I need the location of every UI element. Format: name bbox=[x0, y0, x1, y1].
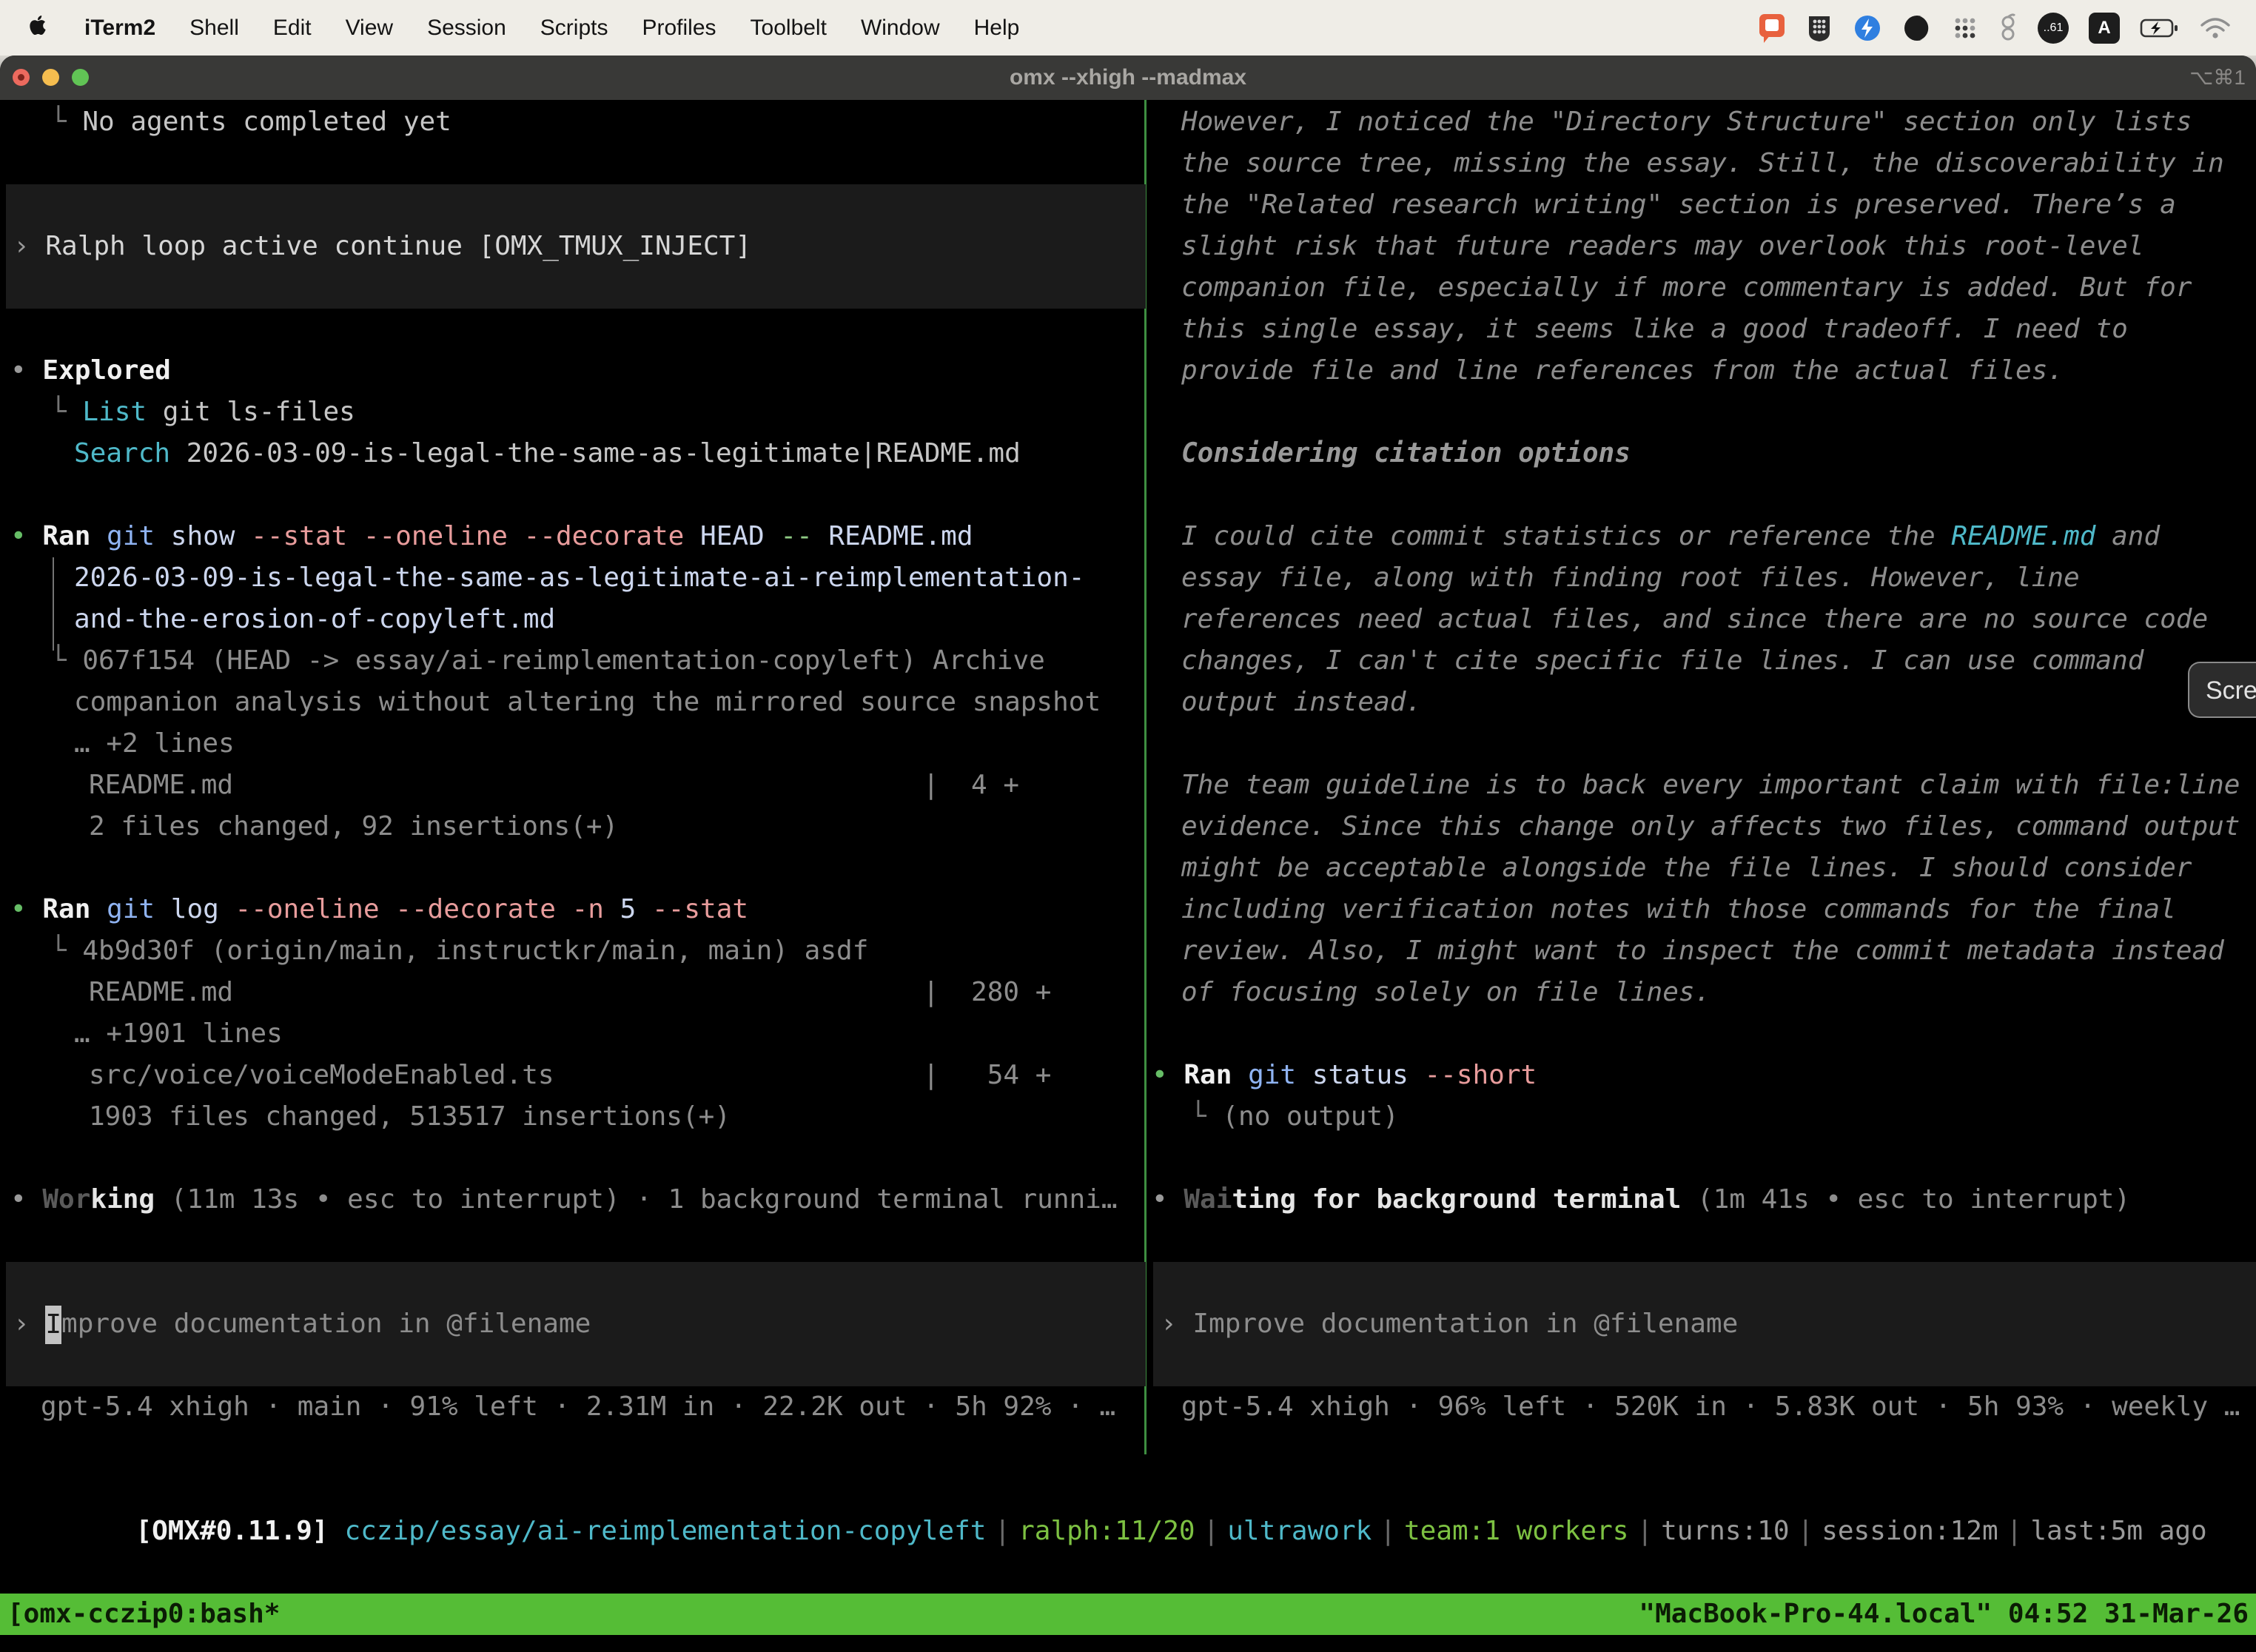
thinking-para1-line7: provide file and line references from th… bbox=[1149, 350, 2256, 392]
thinking-para3-line4: including verification notes with those … bbox=[1149, 889, 2256, 930]
screen: iTerm2 Shell Edit View Session Scripts P… bbox=[0, 0, 2256, 1652]
readme-link: README.md bbox=[1951, 521, 2095, 551]
menu-session[interactable]: Session bbox=[427, 16, 506, 41]
git-show-more: … +2 lines bbox=[0, 723, 1144, 765]
macos-menu-bar: iTerm2 Shell Edit View Session Scripts P… bbox=[0, 0, 2256, 56]
terminal-area: └ No agents completed yet › Ralph loop a… bbox=[0, 100, 2256, 1652]
working-status-line: • Working (11m 13s • esc to interrupt) ·… bbox=[0, 1179, 1144, 1220]
omx-branch: cczip/essay/ai-reimplementation-copyleft bbox=[344, 1516, 986, 1546]
git-status-output: └ (no output) bbox=[1149, 1096, 2256, 1138]
git-show-wrap2: and-the-erosion-of-copyleft.md bbox=[0, 599, 1144, 640]
prompt-input-right[interactable]: › Improve documentation in @filename bbox=[1153, 1262, 2256, 1386]
git-show-wrap1: 2026-03-09-is-legal-the-same-as-legitima… bbox=[0, 557, 1144, 599]
explored-search-line: Search 2026-03-09-is-legal-the-same-as-l… bbox=[0, 433, 1144, 474]
menu-edit[interactable]: Edit bbox=[273, 16, 312, 41]
git-log-stat2: src/voice/voiceModeEnabled.ts | 54 + bbox=[0, 1055, 1144, 1096]
git-show-stat1: README.md | 4 + bbox=[0, 765, 1144, 806]
omx-version: [OMX#0.11.9] bbox=[135, 1516, 328, 1546]
prompt-input-left[interactable]: › Improve documentation in @filename bbox=[6, 1262, 1146, 1386]
omx-team: team:1 workers bbox=[1404, 1516, 1628, 1546]
thinking-para1-line1: However, I noticed the "Directory Struct… bbox=[1149, 101, 2256, 143]
menu-window[interactable]: Window bbox=[861, 16, 940, 41]
git-status-command: • Ran git status --short bbox=[1149, 1055, 2256, 1096]
tmux-status-bar: [omx-cczip0:bash* "MacBook-Pro-44.local"… bbox=[0, 1594, 2256, 1635]
omx-last-activity: last:5m ago bbox=[2030, 1516, 2206, 1546]
inject-banner[interactable]: › Ralph loop active continue [OMX_TMUX_I… bbox=[6, 184, 1146, 309]
tmux-session-name: [omx-cczip0:bash* bbox=[7, 1594, 280, 1635]
waiting-status-line: • Waiting for background terminal (1m 41… bbox=[1149, 1179, 2256, 1220]
tmux-host-clock: "MacBook-Pro-44.local" 04:52 31-Mar-26 bbox=[1639, 1594, 2249, 1635]
window-title: omx --xhigh --madmax bbox=[0, 56, 2256, 100]
omx-turns: turns:10 bbox=[1661, 1516, 1789, 1546]
thinking-heading: Considering citation options bbox=[1149, 433, 2256, 474]
git-log-command: • Ran git log --oneline --decorate -n 5 … bbox=[0, 889, 1144, 930]
menu-profiles[interactable]: Profiles bbox=[642, 16, 716, 41]
menu-toolbelt[interactable]: Toolbelt bbox=[751, 16, 827, 41]
thinking-para3-line3: might be acceptable alongside the file l… bbox=[1149, 847, 2256, 889]
thinking-para2-line1: I could cite commit statistics or refere… bbox=[1149, 516, 2256, 557]
agents-note-line: └ No agents completed yet bbox=[0, 101, 1144, 143]
menu-view[interactable]: View bbox=[346, 16, 393, 41]
a-key-icon[interactable]: A bbox=[2089, 13, 2120, 44]
menu-app-name[interactable]: iTerm2 bbox=[84, 16, 155, 41]
window-shortcut-badge: ⌥⌘1 bbox=[2189, 56, 2246, 100]
gauge-61-icon[interactable]: ..61 bbox=[2038, 13, 2069, 44]
battery-icon[interactable] bbox=[2140, 18, 2180, 38]
git-show-command: • Ran git show --stat --oneline --decora… bbox=[0, 516, 1144, 557]
explored-header: • Explored bbox=[0, 350, 1144, 392]
menu-help[interactable]: Help bbox=[974, 16, 1020, 41]
menu-scripts[interactable]: Scripts bbox=[540, 16, 608, 41]
thinking-para1-line4: slight risk that future readers may over… bbox=[1149, 226, 2256, 267]
thinking-para2-line5: output instead. bbox=[1149, 682, 2256, 723]
git-log-more: … +1901 lines bbox=[0, 1013, 1144, 1055]
git-log-stat3: 1903 files changed, 513517 insertions(+) bbox=[0, 1096, 1144, 1138]
thinking-para3-line5: review. Also, I might want to inspect th… bbox=[1149, 930, 2256, 972]
thinking-para1-line6: this single essay, it seems like a good … bbox=[1149, 309, 2256, 350]
screen-share-notification[interactable]: Scre bbox=[2188, 662, 2256, 718]
text-cursor: I bbox=[45, 1306, 61, 1344]
omx-session-time: session:12m bbox=[1822, 1516, 1998, 1546]
thinking-para1-line5: companion file, especially if more comme… bbox=[1149, 267, 2256, 309]
git-show-output1: └ 067f154 (HEAD -> essay/ai-reimplementa… bbox=[0, 640, 1144, 682]
git-log-output1: └ 4b9d30f (origin/main, instructkr/main,… bbox=[0, 930, 1144, 972]
thinking-para3-line6: of focusing solely on file lines. bbox=[1149, 972, 2256, 1013]
window-title-bar: omx --xhigh --madmax ⌥⌘1 bbox=[0, 56, 2256, 100]
iterm-window: omx --xhigh --madmax ⌥⌘1 └ No agents com… bbox=[0, 56, 2256, 1652]
git-log-stat1: README.md | 280 + bbox=[0, 972, 1144, 1013]
thinking-para2-line2: essay file, along with finding root file… bbox=[1149, 557, 2256, 599]
menu-shell[interactable]: Shell bbox=[189, 16, 239, 41]
explored-list-line: └ List git ls-files bbox=[0, 392, 1144, 433]
squiggle-icon[interactable] bbox=[1998, 13, 2018, 44]
thinking-para2-line4: changes, I can't cite specific file line… bbox=[1149, 640, 2256, 682]
thinking-para3-line2: evidence. Since this change only affects… bbox=[1149, 806, 2256, 847]
dots-grid-icon[interactable] bbox=[1952, 15, 1978, 41]
thinking-para1-line2: the source tree, missing the essay. Stil… bbox=[1149, 143, 2256, 184]
thinking-para3-line1: The team guideline is to back every impo… bbox=[1149, 765, 2256, 806]
wifi-icon[interactable] bbox=[2200, 17, 2231, 39]
git-show-output2: companion analysis without altering the … bbox=[0, 682, 1144, 723]
session-stats-right: gpt-5.4 xhigh · 96% left · 520K in · 5.8… bbox=[1149, 1386, 2256, 1428]
apple-menu-icon[interactable] bbox=[25, 13, 50, 44]
chat-app-icon[interactable] bbox=[1758, 13, 1786, 44]
blue-bolt-badge-icon[interactable] bbox=[1853, 13, 1882, 43]
omx-status-line: [OMX#0.11.9]cczip/essay/ai-reimplementat… bbox=[0, 1469, 2256, 1511]
thinking-para1-line3: the "Related research writing" section i… bbox=[1149, 184, 2256, 226]
keypad-shield-icon[interactable] bbox=[1806, 13, 1833, 43]
crescent-icon[interactable] bbox=[1902, 13, 1932, 43]
menu-bar-status-icons: ..61 A bbox=[1758, 13, 2231, 44]
omx-ultrawork: ultrawork bbox=[1227, 1516, 1372, 1546]
omx-ralph-count: ralph:11/20 bbox=[1018, 1516, 1195, 1546]
thinking-para2-line3: references need actual files, and since … bbox=[1149, 599, 2256, 640]
session-stats-left: gpt-5.4 xhigh · main · 91% left · 2.31M … bbox=[0, 1386, 1144, 1428]
git-show-stat2: 2 files changed, 92 insertions(+) bbox=[0, 806, 1144, 847]
